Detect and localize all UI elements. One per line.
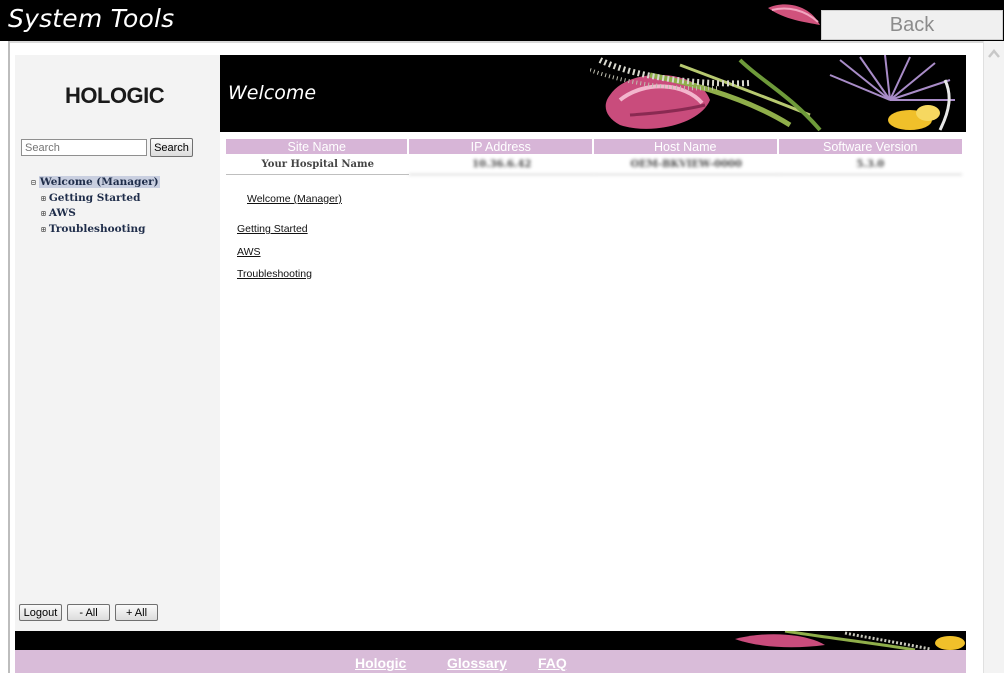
- footer-link-hologic[interactable]: Hologic: [355, 655, 406, 671]
- table-header-row: Site Name IP Address Host Name Software …: [226, 139, 962, 154]
- tree-item-getting-started[interactable]: ⊞ Getting Started: [31, 191, 160, 207]
- tree-item-welcome-manager[interactable]: ⊟ Welcome (Manager): [31, 175, 160, 191]
- footer-link-glossary[interactable]: Glossary: [447, 655, 507, 671]
- help-tree: ⊟ Welcome (Manager) ⊞ Getting Started ⊞ AWS…: [31, 175, 160, 237]
- header-decoration: [768, 4, 820, 26]
- tree-item-label[interactable]: AWS: [49, 207, 76, 219]
- header-host-name: Host Name: [594, 139, 779, 154]
- search-button[interactable]: Search: [150, 138, 193, 157]
- tree-item-aws[interactable]: ⊞ AWS: [31, 206, 160, 222]
- link-welcome-manager[interactable]: Welcome (Manager): [247, 193, 342, 205]
- frame-border-top: [8, 41, 983, 43]
- tree-item-troubleshooting[interactable]: ⊞ Troubleshooting: [31, 222, 160, 238]
- minus-box-icon[interactable]: ⊟: [31, 175, 36, 191]
- table-row: Your Hospital Name 10.36.6.42 OEM-BKVIEW…: [226, 154, 962, 175]
- welcome-banner: Welcome: [220, 55, 966, 132]
- header-ip-address: IP Address: [409, 139, 595, 154]
- footer-flower-image: [735, 631, 965, 650]
- tree-item-label[interactable]: Welcome (Manager): [38, 176, 160, 188]
- cell-ip-address: 10.36.6.42: [409, 154, 595, 175]
- window-title: System Tools: [8, 4, 175, 33]
- cell-software-version: 5.3.0: [778, 154, 962, 175]
- expand-all-button[interactable]: + All: [115, 604, 158, 621]
- link-getting-started[interactable]: Getting Started: [237, 223, 308, 235]
- plus-box-icon[interactable]: ⊞: [41, 206, 46, 222]
- header-site-name: Site Name: [226, 139, 410, 154]
- logout-button[interactable]: Logout: [19, 604, 62, 621]
- footer-link-faq[interactable]: FAQ: [538, 655, 567, 671]
- cell-host-name: OEM-BKVIEW-0000: [594, 154, 779, 175]
- page-title: Welcome: [228, 82, 317, 104]
- frame-border-left: [8, 41, 10, 673]
- cell-site-name: Your Hospital Name: [226, 154, 410, 175]
- header-software-version: Software Version: [778, 139, 962, 154]
- chevron-up-icon[interactable]: [986, 46, 1002, 62]
- hologic-logo: HOLOGIC: [65, 83, 165, 108]
- footer-links-bar: Hologic Glossary FAQ: [15, 650, 966, 673]
- sidebar: HOLOGIC Search ⊟Welcome (Manager) ⊞Getti…: [15, 55, 220, 631]
- link-troubleshooting[interactable]: Troubleshooting: [237, 268, 312, 280]
- tree-item-label[interactable]: Troubleshooting: [49, 223, 146, 235]
- tree-item-label[interactable]: Getting Started: [49, 192, 141, 204]
- back-button[interactable]: Back: [821, 10, 1003, 40]
- plus-box-icon[interactable]: ⊞: [41, 191, 46, 207]
- collapse-all-button[interactable]: - All: [67, 604, 110, 621]
- link-aws[interactable]: AWS: [237, 246, 261, 258]
- flower-image: [590, 55, 955, 132]
- footer-banner: [15, 631, 966, 650]
- system-info-table: Site Name IP Address Host Name Software …: [226, 139, 962, 175]
- plus-box-icon[interactable]: ⊞: [41, 222, 46, 238]
- search-input[interactable]: [21, 139, 147, 156]
- vertical-scrollbar[interactable]: [983, 41, 1004, 673]
